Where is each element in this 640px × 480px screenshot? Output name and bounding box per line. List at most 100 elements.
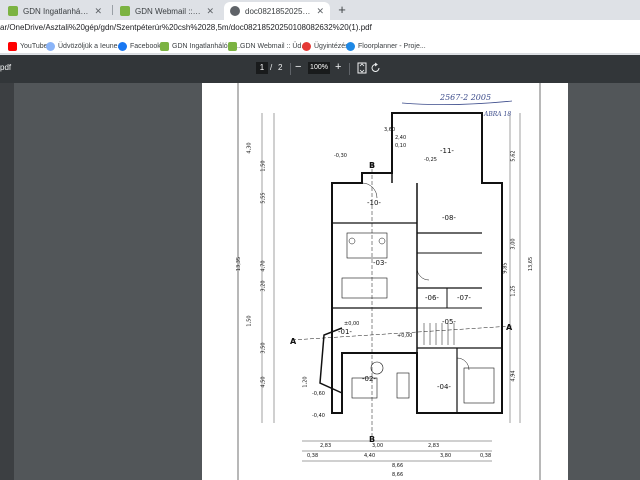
room-label: -07- [457, 294, 471, 302]
bookmark-label: Facebook [130, 42, 161, 50]
address-bar[interactable]: ar/OneDrive/Asztali%20gép/gdn/Szentpéter… [0, 20, 640, 38]
dimension-label: 8,66 [392, 472, 404, 478]
page-separator: / [270, 63, 273, 72]
handwritten-header-note: 2567-2 2005 [440, 93, 492, 102]
section-mark-b: B [369, 161, 376, 170]
pdf-toolbar: pdf 1 / 2 − 100% + [0, 55, 640, 83]
level-mark: ±0,00 [344, 321, 360, 327]
dimension-label: 4,94 [510, 370, 517, 382]
tab-title: doc08218520250108082632(1).pdf [245, 6, 312, 16]
bookmark-facebook[interactable]: Facebook [118, 40, 161, 52]
room-label: -04- [437, 383, 451, 391]
dimension-label: 13,35 [236, 256, 243, 272]
dimension-label: 0,38 [480, 453, 492, 459]
level-mark: +0,00 [397, 333, 413, 339]
gdn-favicon-icon [8, 6, 18, 16]
close-icon[interactable]: ✕ [94, 6, 102, 17]
dimension-label: 5,62 [510, 150, 517, 162]
tab-gdn-webmail[interactable]: GDN Webmail :: tervrajz ✕ [114, 2, 220, 20]
gdn-icon [228, 41, 237, 51]
bookmark-ugyintezes[interactable]: Ügyintézés [302, 40, 349, 52]
floorplanner-icon [346, 41, 355, 51]
close-icon[interactable]: ✕ [206, 6, 214, 17]
dimension-label: 1,25 [510, 285, 517, 297]
page-number-input[interactable]: 1 [256, 62, 268, 74]
dimension-label: 0,38 [307, 453, 319, 459]
bookmark-youtube[interactable]: YouTube [8, 40, 48, 52]
dimension-label: 1,20 [302, 376, 309, 388]
section-mark-a: A [290, 337, 297, 346]
section-mark-a: A [506, 323, 513, 332]
facebook-icon [118, 41, 127, 51]
fit-page-icon[interactable] [356, 62, 368, 74]
zoom-in-button[interactable]: + [335, 61, 341, 73]
dimension-label: 2,40 [395, 135, 407, 141]
room-label: -08- [442, 214, 456, 222]
zoom-out-button[interactable]: − [295, 61, 301, 73]
dimension-label: 4,50 [260, 376, 267, 388]
dimension-label: 13,65 [528, 256, 535, 272]
toolbar-divider [349, 63, 350, 75]
level-mark: -0,25 [424, 157, 437, 163]
dimension-label: 4,70 [260, 260, 267, 272]
level-mark: -0,40 [312, 413, 325, 419]
dimension-label: 0,10 [395, 143, 407, 149]
dimension-label: 1,50 [260, 160, 267, 172]
bookmark-gdn-webmail[interactable]: GDN Webmail :: Üd... [228, 40, 307, 52]
dimension-label: 2,83 [320, 443, 332, 449]
close-icon[interactable]: ✕ [316, 6, 324, 17]
zoom-level-input[interactable]: 100% [308, 62, 330, 74]
bookmark-floorplanner[interactable]: Floorplanner - Proje... [346, 40, 426, 52]
level-mark: -0,30 [334, 153, 347, 159]
room-label: -01- [338, 328, 352, 336]
dimension-label: 4,30 [246, 142, 253, 154]
tab-strip: GDN Ingatlanhálózat Admin fe ✕ GDN Webma… [0, 0, 640, 20]
rotate-icon[interactable] [370, 62, 382, 74]
dimension-label: 5,55 [260, 192, 267, 204]
pdf-title: pdf [0, 63, 12, 72]
bookmark-label: YouTube [20, 42, 48, 50]
bookmarks-bar: YouTube Üdvözöljük a Ieune... Facebook G… [0, 38, 640, 54]
room-label: -02- [362, 375, 376, 383]
bookmark-udvozoljuk[interactable]: Üdvözöljük a Ieune... [46, 40, 123, 52]
pdf-page[interactable]: 2567-2 2005 ABRA 18 -11- -10- -08- -03- … [202, 83, 568, 480]
room-label: -11- [440, 147, 454, 155]
toolbar-divider [290, 63, 291, 75]
floor-plan-drawing [237, 83, 541, 480]
dimension-label: 9,85 [502, 262, 509, 274]
pdf-viewer[interactable]: 2567-2 2005 ABRA 18 -11- -10- -08- -03- … [0, 83, 640, 480]
room-label: -05- [442, 318, 456, 326]
gdn-favicon-icon [120, 6, 130, 16]
page-total: 2 [278, 63, 283, 72]
bookmark-label: GDN Webmail :: Üd... [240, 42, 308, 50]
dimension-label: 8,66 [392, 463, 404, 469]
dimension-label: 3,80 [440, 453, 452, 459]
level-mark: -0,60 [312, 391, 325, 397]
room-label: -03- [373, 259, 387, 267]
dimension-label: 1,50 [246, 315, 253, 327]
sheet-number-note: ABRA 18 [484, 111, 512, 118]
url-text[interactable]: ar/OneDrive/Asztali%20gép/gdn/Szentpéter… [0, 23, 372, 32]
room-label: -06- [425, 294, 439, 302]
tab-title: GDN Ingatlanhálózat Admin fe [23, 6, 89, 16]
gdn-icon [160, 41, 169, 51]
thumbnail-panel [0, 83, 14, 480]
bookmark-label: Floorplanner - Proje... [358, 42, 426, 50]
tab-gdn-admin[interactable]: GDN Ingatlanhálózat Admin fe ✕ [2, 2, 108, 20]
dimension-label: 2,83 [428, 443, 440, 449]
dimension-label: 3,20 [260, 280, 267, 292]
bookmark-label: Ügyintézés [314, 42, 349, 50]
globe-icon [230, 6, 240, 16]
dimension-label: 3,00 [372, 443, 384, 449]
tab-pdf-document[interactable]: doc08218520250108082632(1).pdf ✕ [224, 2, 330, 20]
tab-divider [112, 5, 113, 15]
globe-icon [46, 41, 55, 51]
tab-title: GDN Webmail :: tervrajz [135, 6, 202, 16]
new-tab-button[interactable]: + [334, 2, 350, 18]
bookmark-label: Üdvözöljük a Ieune... [58, 42, 124, 50]
room-label: -10- [367, 199, 381, 207]
dimension-label: 3,00 [510, 238, 517, 250]
youtube-icon [8, 41, 17, 51]
dimension-label: 4,40 [364, 453, 376, 459]
dimension-label: 3,60 [384, 127, 396, 133]
